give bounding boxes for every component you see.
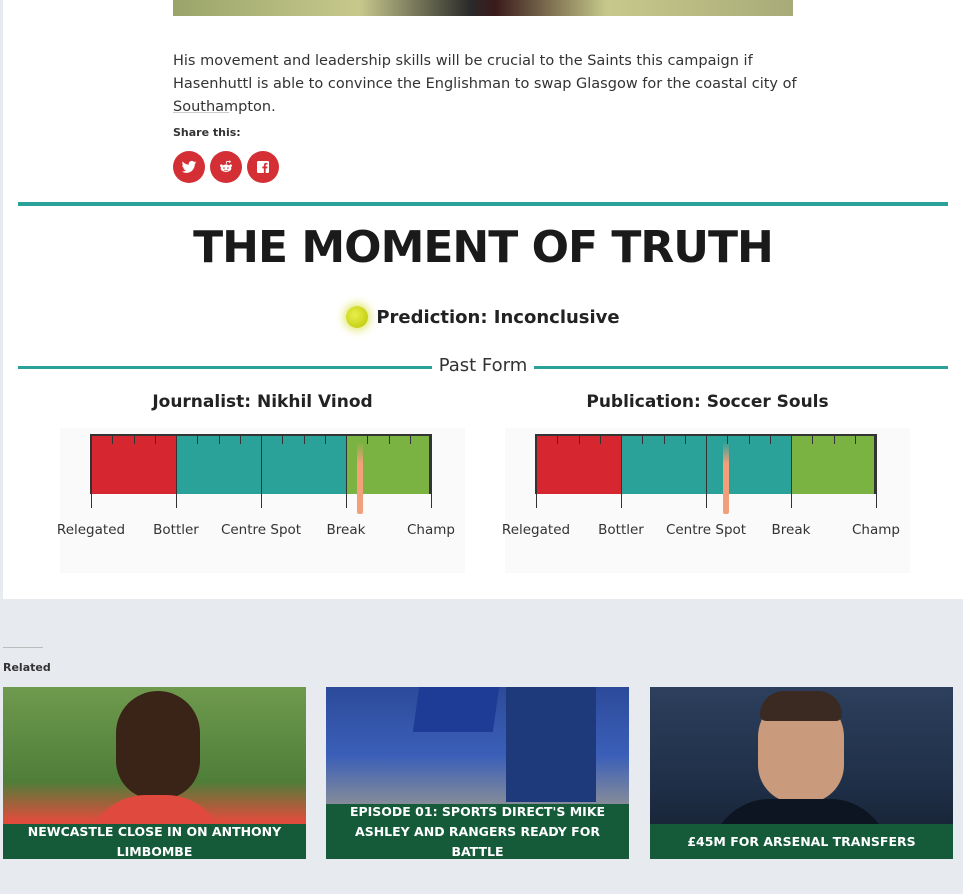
gauge-minor-tick (388, 434, 390, 444)
facebook-share-button[interactable] (247, 151, 279, 183)
gauge-minor-tick (324, 434, 326, 444)
gauge-major-tick (876, 434, 877, 508)
gauge-label: Relegated (56, 522, 126, 538)
gauge-title: Publication: Soccer Souls (586, 392, 829, 412)
gauge-minor-tick (684, 434, 686, 444)
related-label: Related (3, 661, 51, 674)
gauge-minor-tick (133, 434, 135, 444)
gauge-minor-tick (833, 434, 835, 444)
gauge-minor-tick (282, 434, 284, 444)
gauge-minor-tick (218, 434, 220, 444)
gauge-label: Champ (407, 522, 455, 538)
article-paragraph: His movement and leadership skills will … (173, 53, 797, 115)
gauge-minor-tick (112, 434, 114, 444)
share-divider (173, 112, 229, 113)
gauge-major-tick (431, 434, 432, 508)
gauge-label: Champ (852, 522, 900, 538)
gauge-major-tick (791, 434, 792, 508)
related-card-caption: EPISODE 01: SPORTS DIRECT'S MIKE ASHLEY … (326, 804, 629, 859)
gauge-minor-tick (812, 434, 814, 444)
reddit-icon (220, 160, 232, 172)
twitter-icon (181, 160, 197, 173)
related-divider (3, 647, 43, 648)
related-card-caption: £45M FOR ARSENAL TRANSFERS (650, 824, 953, 859)
gauge-minor-tick (557, 434, 559, 444)
gauge-minor-tick (578, 434, 580, 444)
gauge-label: Bottler (598, 522, 644, 538)
gauge-label: Relegated (501, 522, 571, 538)
related-card[interactable]: £45M FOR ARSENAL TRANSFERS (650, 687, 953, 859)
gauge-minor-tick (154, 434, 156, 444)
gauge-label: Centre Spot (220, 522, 302, 538)
gauge-needle (356, 442, 363, 514)
gauge-minor-tick (239, 434, 241, 444)
hero-image (173, 0, 793, 16)
related-card-caption: NEWCASTLE CLOSE IN ON ANTHONY LIMBOMBE (3, 824, 306, 859)
gauge-scale: Relegated Bottler Centre Spot Break Champ (501, 428, 910, 573)
share-label: Share this: (173, 126, 241, 139)
gauge-minor-tick (367, 434, 369, 444)
gauge-minor-tick (197, 434, 199, 444)
related-card[interactable]: NEWCASTLE CLOSE IN ON ANTHONY LIMBOMBE (3, 687, 306, 859)
gauge-major-tick (176, 434, 177, 508)
gauge-minor-tick (854, 434, 856, 444)
gauge-title: Journalist: Nikhil Vinod (152, 392, 373, 412)
gauge-major-tick (346, 434, 347, 508)
gauge-major-tick (536, 434, 537, 508)
gauge-minor-tick (303, 434, 305, 444)
gauge-label: Centre Spot (665, 522, 747, 538)
past-form-line-right (534, 366, 948, 369)
gauge-minor-tick (748, 434, 750, 444)
article-body: His movement and leadership skills will … (3, 0, 963, 599)
verdict-title: THE MOMENT OF TRUTH (193, 222, 774, 273)
publication-gauge: Publication: Soccer Souls Relegated Bottl… (501, 392, 910, 573)
gauge-label: Bottler (153, 522, 199, 538)
gauge-minor-tick (769, 434, 771, 444)
gauge-label: Break (771, 522, 811, 538)
gauge-minor-tick (642, 434, 644, 444)
verdict-divider (18, 202, 948, 206)
gauge-minor-tick (663, 434, 665, 444)
prediction-indicator-icon (346, 306, 369, 328)
gauge-major-tick (261, 434, 262, 508)
reddit-share-button[interactable] (210, 151, 242, 183)
gauge-needle (723, 442, 730, 514)
related-card[interactable]: EPISODE 01: SPORTS DIRECT'S MIKE ASHLEY … (326, 687, 629, 859)
journalist-gauge: Journalist: Nikhil Vinod Relegated Bottle… (56, 392, 465, 573)
gauge-scale: Relegated Bottler Centre Spot Break Champ (56, 428, 465, 573)
gauge-major-tick (91, 434, 92, 508)
gauge-label: Break (326, 522, 366, 538)
twitter-share-button[interactable] (173, 151, 205, 183)
gauge-major-tick (706, 434, 707, 508)
gauge-major-tick (621, 434, 622, 508)
prediction-text: Prediction: Inconclusive (376, 306, 620, 328)
gauge-minor-tick (599, 434, 601, 444)
facebook-icon (257, 161, 269, 173)
gauge-minor-tick (409, 434, 411, 444)
prediction: Prediction: Inconclusive (3, 306, 963, 328)
